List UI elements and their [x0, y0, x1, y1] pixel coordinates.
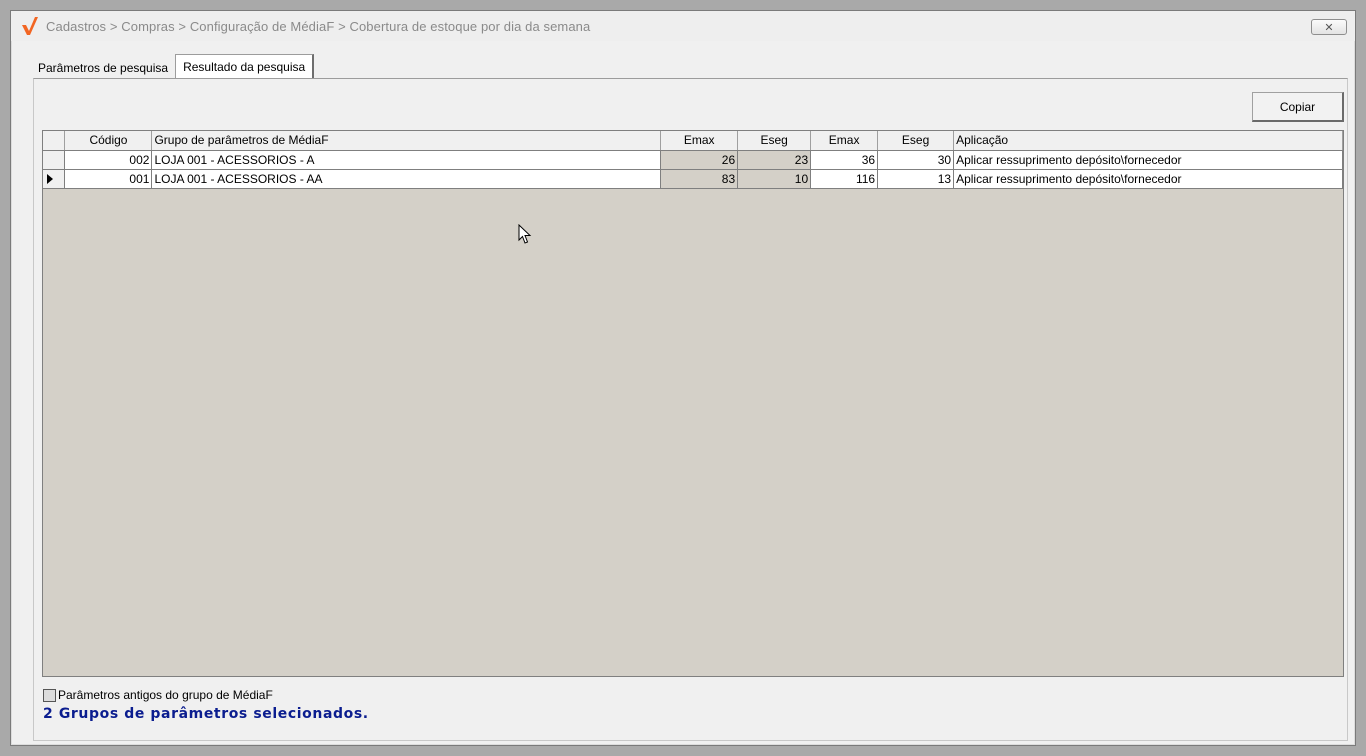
old-parameters-checkbox-row[interactable]: Parâmetros antigos do grupo de MédiaF [43, 688, 273, 702]
cell-emax-1[interactable]: 83 [660, 169, 739, 189]
cell-eseg-2[interactable]: 30 [877, 150, 955, 170]
column-header-aplicacao[interactable]: Aplicação [953, 131, 1343, 151]
title-bar: Cadastros > Compras > Configuração de Mé… [11, 11, 1355, 41]
old-parameters-checkbox-label: Parâmetros antigos do grupo de MédiaF [58, 688, 273, 702]
cell-codigo[interactable]: 002 [64, 150, 153, 170]
column-header-codigo[interactable]: Código [64, 131, 153, 151]
cell-emax-2[interactable]: 116 [810, 169, 879, 189]
tab-resultado-pesquisa[interactable]: Resultado da pesquisa [175, 54, 315, 79]
close-button[interactable]: ✕ [1311, 19, 1347, 35]
selection-status-text: 2 Grupos de parâmetros selecionados. [43, 706, 369, 722]
cell-aplicacao[interactable]: Aplicar ressuprimento depósito\fornecedo… [953, 150, 1343, 170]
column-header-grupo[interactable]: Grupo de parâmetros de MédiaF [151, 131, 662, 151]
results-panel: Copiar Código Grupo de parâmetros de Méd… [33, 78, 1348, 741]
cell-eseg-2[interactable]: 13 [877, 169, 955, 189]
old-parameters-checkbox[interactable] [43, 688, 56, 702]
mouse-pointer-icon [518, 224, 532, 244]
checkmark-logo-icon [22, 17, 38, 35]
indicator-header [43, 131, 66, 151]
cell-codigo[interactable]: 001 [64, 169, 153, 189]
cell-aplicacao[interactable]: Aplicar ressuprimento depósito\fornecedo… [953, 169, 1343, 189]
current-row-arrow-icon [47, 173, 53, 184]
copy-button[interactable]: Copiar [1252, 92, 1344, 122]
cell-grupo[interactable]: LOJA 001 - ACESSORIOS - A [151, 150, 662, 170]
cell-emax-1[interactable]: 26 [660, 150, 739, 170]
column-header-emax-1[interactable]: Emax [660, 131, 739, 151]
tab-parametros-pesquisa[interactable]: Parâmetros de pesquisa [31, 57, 175, 80]
column-header-emax-2[interactable]: Emax [810, 131, 879, 151]
header-row: Código Grupo de parâmetros de MédiaF Ema… [43, 131, 1343, 151]
window-title: Cadastros > Compras > Configuração de Mé… [46, 18, 591, 34]
cell-eseg-1[interactable]: 10 [737, 169, 812, 189]
column-header-eseg-2[interactable]: Eseg [877, 131, 955, 151]
column-header-eseg-1[interactable]: Eseg [737, 131, 812, 151]
tab-strip: Parâmetros de pesquisa Resultado da pesq… [31, 54, 315, 80]
results-table: Código Grupo de parâmetros de MédiaF Ema… [43, 131, 1343, 189]
cell-emax-2[interactable]: 36 [810, 150, 879, 170]
results-grid[interactable]: Código Grupo de parâmetros de MédiaF Ema… [42, 130, 1344, 677]
main-window: Cadastros > Compras > Configuração de Mé… [10, 10, 1356, 746]
cell-grupo[interactable]: LOJA 001 - ACESSORIOS - AA [151, 169, 662, 189]
table-row[interactable]: 001 LOJA 001 - ACESSORIOS - AA 83 10 116… [43, 169, 1343, 189]
close-icon: ✕ [1324, 21, 1334, 34]
cell-eseg-1[interactable]: 23 [737, 150, 812, 170]
row-indicator[interactable] [43, 150, 66, 170]
table-row[interactable]: 002 LOJA 001 - ACESSORIOS - A 26 23 36 3… [43, 150, 1343, 170]
row-indicator[interactable] [43, 169, 66, 189]
